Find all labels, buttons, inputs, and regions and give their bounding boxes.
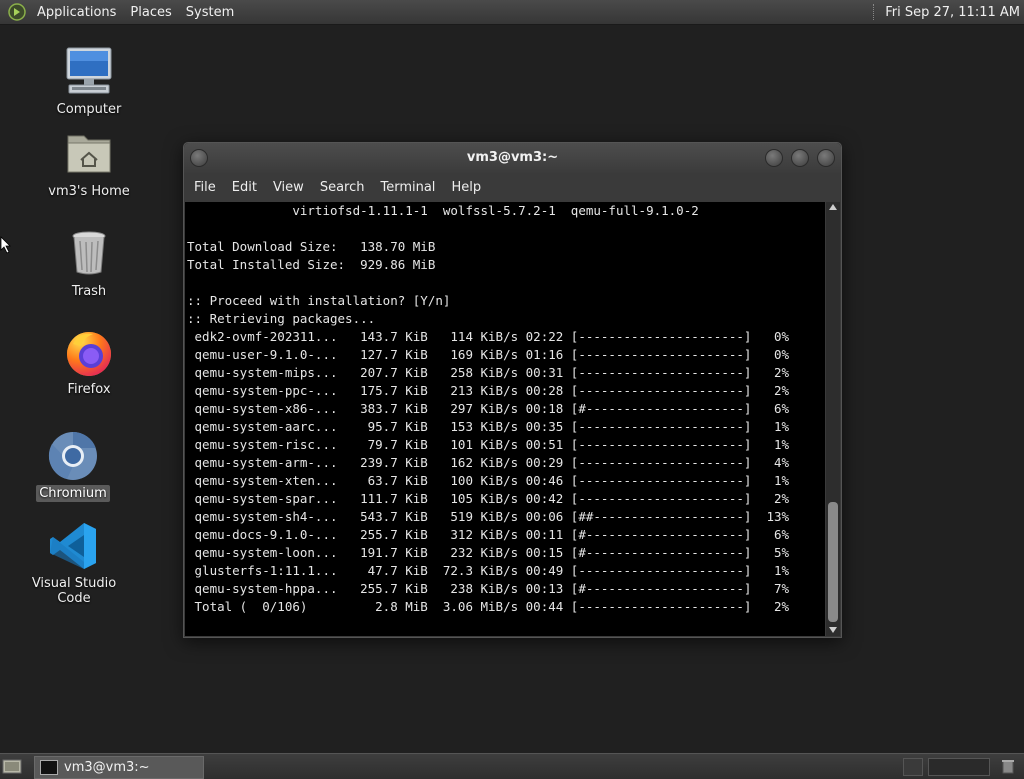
firefox-icon bbox=[61, 324, 117, 380]
scroll-up-arrow-icon[interactable] bbox=[829, 204, 837, 210]
terminal-line: qemu-system-loon... 191.7 KiB 232 KiB/s … bbox=[187, 545, 790, 560]
terminal-line: virtiofsd-1.11.1-1 wolfssl-5.7.2-1 qemu-… bbox=[187, 203, 699, 218]
home-folder-icon bbox=[61, 126, 117, 182]
terminal-line: qemu-docs-9.1.0-... 255.7 KiB 312 KiB/s … bbox=[187, 527, 790, 542]
mouse-pointer-icon bbox=[0, 236, 11, 254]
menu-file[interactable]: File bbox=[186, 180, 224, 195]
workspace-2[interactable] bbox=[928, 758, 990, 776]
scroll-down-arrow-icon[interactable] bbox=[829, 627, 837, 633]
desktop-icon-label: vm3's Home bbox=[48, 184, 130, 199]
desktop-icon-label: Computer bbox=[56, 102, 122, 117]
vscode-icon bbox=[46, 518, 102, 574]
workspace-1[interactable] bbox=[903, 758, 923, 776]
minimize-button[interactable] bbox=[765, 149, 783, 167]
applications-menu[interactable]: Applications bbox=[30, 5, 123, 20]
show-desktop-icon[interactable] bbox=[2, 757, 22, 775]
terminal-titlebar[interactable]: vm3@vm3:~ bbox=[184, 143, 841, 173]
system-menu[interactable]: System bbox=[179, 5, 241, 20]
terminal-icon bbox=[40, 760, 58, 775]
terminal-line: qemu-system-risc... 79.7 KiB 101 KiB/s 0… bbox=[187, 437, 790, 452]
terminal-line: qemu-system-spar... 111.7 KiB 105 KiB/s … bbox=[187, 491, 790, 506]
desktop-icon-label: Trash bbox=[71, 284, 107, 299]
terminal-line: edk2-ovmf-202311... 143.7 KiB 114 KiB/s … bbox=[187, 329, 790, 344]
trash-applet-icon[interactable] bbox=[1000, 758, 1016, 774]
menu-search[interactable]: Search bbox=[312, 180, 373, 195]
close-button[interactable] bbox=[817, 149, 835, 167]
window-title: vm3@vm3:~ bbox=[466, 150, 559, 165]
desktop-icon-home[interactable]: vm3's Home bbox=[29, 126, 149, 200]
panel-right-area: Fri Sep 27, 11:11 AM bbox=[873, 0, 1020, 24]
bottom-panel: vm3@vm3:~ bbox=[0, 753, 1024, 779]
terminal-line: qemu-user-9.1.0-... 127.7 KiB 169 KiB/s … bbox=[187, 347, 790, 362]
desktop-icon-computer[interactable]: Computer bbox=[29, 44, 149, 118]
terminal-line: qemu-system-xten... 63.7 KiB 100 KiB/s 0… bbox=[187, 473, 790, 488]
top-panel: Applications Places System Fri Sep 27, 1… bbox=[0, 0, 1024, 25]
desktop-icon-firefox[interactable]: Firefox bbox=[29, 324, 149, 398]
menu-view[interactable]: View bbox=[265, 180, 312, 195]
terminal-output[interactable]: virtiofsd-1.11.1-1 wolfssl-5.7.2-1 qemu-… bbox=[185, 202, 825, 636]
menu-edit[interactable]: Edit bbox=[224, 180, 265, 195]
terminal-line: qemu-system-x86-... 383.7 KiB 297 KiB/s … bbox=[187, 401, 790, 416]
terminal-line: qemu-system-arm-... 239.7 KiB 162 KiB/s … bbox=[187, 455, 790, 470]
terminal-scrollbar[interactable] bbox=[826, 202, 840, 636]
terminal-line: qemu-system-hppa... 255.7 KiB 238 KiB/s … bbox=[187, 581, 790, 596]
places-menu[interactable]: Places bbox=[123, 5, 178, 20]
terminal-line: qemu-system-aarc... 95.7 KiB 153 KiB/s 0… bbox=[187, 419, 790, 434]
desktop-icon-label: Chromium bbox=[36, 485, 110, 502]
scrollbar-thumb[interactable] bbox=[828, 502, 838, 622]
desktop-icon-trash[interactable]: Trash bbox=[29, 226, 149, 300]
terminal-window[interactable]: vm3@vm3:~ File Edit View Search Terminal… bbox=[183, 142, 842, 638]
computer-icon bbox=[61, 44, 117, 100]
menu-logo-icon[interactable] bbox=[8, 3, 26, 21]
terminal-line: qemu-system-mips... 207.7 KiB 258 KiB/s … bbox=[187, 365, 790, 380]
terminal-line: Total ( 0/106) 2.8 MiB 3.06 MiB/s 00:44 … bbox=[187, 599, 790, 614]
desktop-icon-label: Firefox bbox=[67, 382, 111, 397]
menu-help[interactable]: Help bbox=[443, 180, 489, 195]
menu-terminal[interactable]: Terminal bbox=[372, 180, 443, 195]
terminal-line: Total Download Size: 138.70 MiB bbox=[187, 239, 436, 254]
terminal-line: qemu-system-sh4-... 543.7 KiB 519 KiB/s … bbox=[187, 509, 790, 524]
panel-separator bbox=[873, 4, 877, 20]
terminal-line: qemu-system-ppc-... 175.7 KiB 213 KiB/s … bbox=[187, 383, 790, 398]
taskbar-label: vm3@vm3:~ bbox=[64, 760, 150, 775]
terminal-line: :: Retrieving packages... bbox=[187, 311, 376, 326]
terminal-line: :: Proceed with installation? [Y/n] bbox=[187, 293, 451, 308]
desktop-icon-vscode[interactable]: Visual Studio Code bbox=[14, 518, 134, 607]
clock[interactable]: Fri Sep 27, 11:11 AM bbox=[885, 5, 1020, 20]
terminal-line: glusterfs-1:11.1... 47.7 KiB 72.3 KiB/s … bbox=[187, 563, 790, 578]
taskbar-terminal-button[interactable]: vm3@vm3:~ bbox=[34, 756, 204, 779]
trash-icon bbox=[61, 226, 117, 282]
chromium-icon bbox=[45, 428, 101, 484]
maximize-button[interactable] bbox=[791, 149, 809, 167]
desktop-icon-chromium[interactable]: Chromium bbox=[13, 428, 133, 502]
desktop-icon-label: Visual Studio Code bbox=[31, 576, 117, 606]
terminal-menubar: File Edit View Search Terminal Help bbox=[184, 173, 841, 201]
terminal-line: Total Installed Size: 929.86 MiB bbox=[187, 257, 436, 272]
